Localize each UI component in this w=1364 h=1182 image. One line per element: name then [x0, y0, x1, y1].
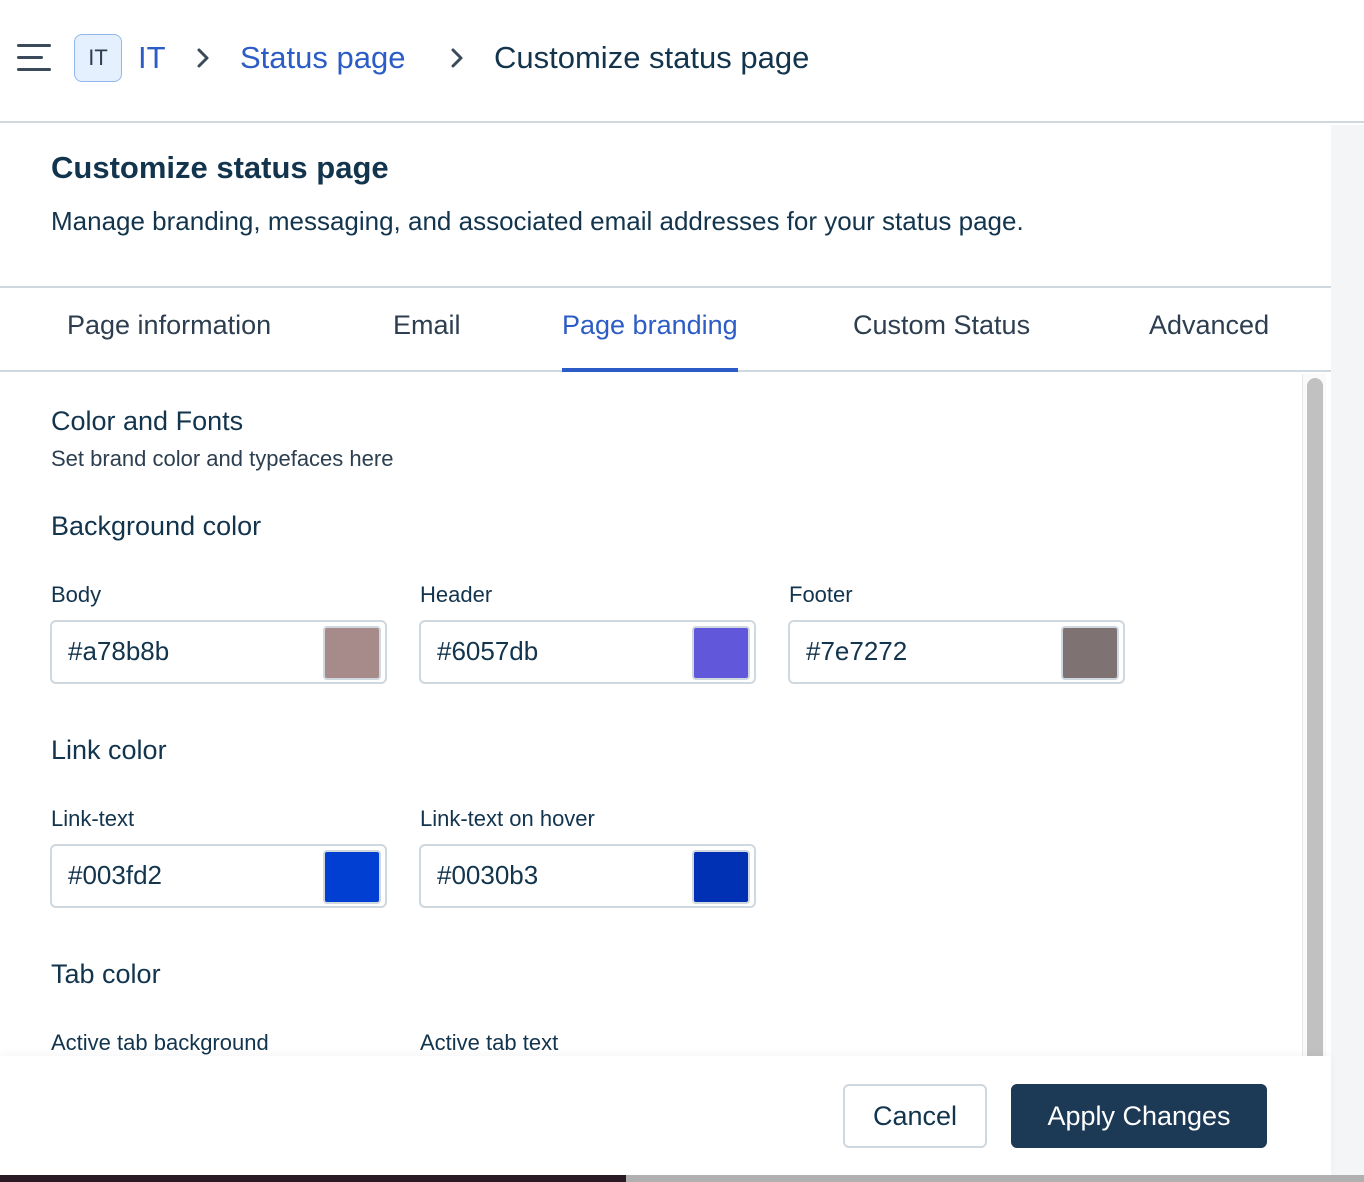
- tab-email[interactable]: Email: [393, 310, 461, 372]
- link-hover-label: Link-text on hover: [420, 806, 595, 831]
- link-color-heading: Link color: [51, 735, 167, 765]
- breadcrumb-status-page[interactable]: Status page: [240, 38, 405, 78]
- panel-description: Manage branding, messaging, and associat…: [51, 206, 1024, 236]
- workspace-badge[interactable]: IT: [74, 34, 122, 82]
- header-color-swatch[interactable]: [692, 626, 750, 680]
- tab-color-heading: Tab color: [51, 959, 161, 989]
- link-hover-color-field[interactable]: #0030b3: [419, 844, 756, 908]
- tab-page-branding[interactable]: Page branding: [562, 310, 738, 372]
- background-color-heading: Background color: [51, 511, 262, 541]
- page-background: [1331, 125, 1364, 1175]
- breadcrumb-workspace[interactable]: IT: [138, 38, 166, 78]
- section-subtitle: Set brand color and typefaces here: [51, 446, 394, 471]
- header-color-label: Header: [420, 582, 493, 607]
- section-title-color-fonts: Color and Fonts: [51, 406, 244, 436]
- footer-color-field[interactable]: #7e7272: [788, 620, 1125, 684]
- footer-color-swatch[interactable]: [1061, 626, 1119, 680]
- link-text-color-value[interactable]: #003fd2: [68, 860, 162, 891]
- hamburger-menu-icon[interactable]: [17, 44, 51, 72]
- desktop-background: [626, 1175, 1364, 1182]
- header-color-field[interactable]: #6057db: [419, 620, 756, 684]
- apply-changes-button[interactable]: Apply Changes: [1011, 1084, 1267, 1148]
- cancel-button[interactable]: Cancel: [843, 1084, 987, 1148]
- link-hover-color-value[interactable]: #0030b3: [437, 860, 538, 891]
- branding-content: [0, 374, 1300, 1056]
- scrollbar-thumb[interactable]: [1307, 378, 1323, 1068]
- header-color-value[interactable]: #6057db: [437, 636, 538, 667]
- link-text-label: Link-text: [51, 806, 135, 831]
- panel-title: Customize status page: [51, 150, 389, 185]
- link-text-color-field[interactable]: #003fd2: [50, 844, 387, 908]
- tab-bar: Page information Email Page branding Cus…: [0, 288, 1331, 372]
- top-bar: IT IT Status page Customize status page: [0, 0, 1364, 123]
- desktop-background: [0, 1175, 626, 1182]
- active-tab-text-label: Active tab text: [420, 1030, 559, 1055]
- tab-advanced[interactable]: Advanced: [1149, 310, 1269, 372]
- link-text-color-swatch[interactable]: [323, 850, 381, 904]
- breadcrumb-current: Customize status page: [494, 40, 810, 75]
- active-tab-background-label: Active tab background: [51, 1030, 269, 1055]
- footer-color-label: Footer: [789, 582, 853, 607]
- body-color-label: Body: [51, 582, 102, 607]
- footer-color-value[interactable]: #7e7272: [806, 636, 907, 667]
- body-color-swatch[interactable]: [323, 626, 381, 680]
- link-hover-color-swatch[interactable]: [692, 850, 750, 904]
- chevron-right-icon: [451, 48, 463, 68]
- body-color-field[interactable]: #a78b8b: [50, 620, 387, 684]
- chevron-right-icon: [197, 48, 209, 68]
- tab-page-information[interactable]: Page information: [67, 310, 271, 372]
- tab-custom-status[interactable]: Custom Status: [853, 310, 1030, 372]
- body-color-value[interactable]: #a78b8b: [68, 636, 169, 667]
